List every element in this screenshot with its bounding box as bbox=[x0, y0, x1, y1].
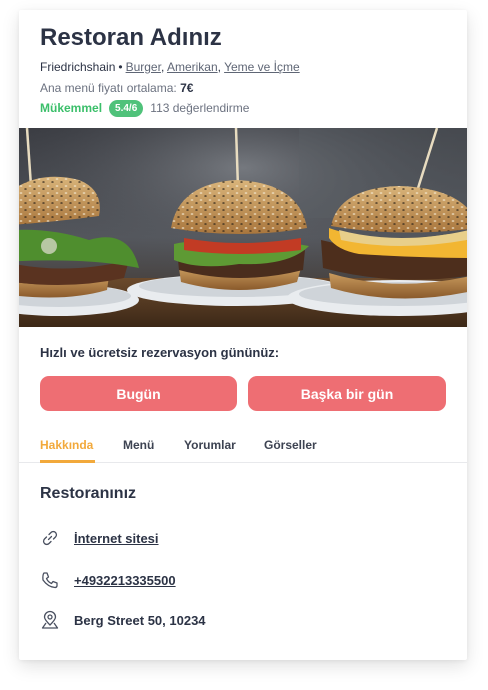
active-tab-indicator bbox=[40, 460, 95, 463]
category-link-yeme-icme[interactable]: Yeme ve İçme bbox=[224, 60, 300, 74]
phone-icon bbox=[42, 572, 58, 589]
about-section-title: Restoranınız bbox=[40, 485, 137, 502]
average-price: Ana menü fiyatı ortalama: 7€ bbox=[40, 81, 193, 95]
category-link-burger[interactable]: Burger bbox=[126, 60, 161, 74]
link-icon bbox=[42, 530, 58, 546]
tab-reviews[interactable]: Yorumlar bbox=[184, 438, 236, 452]
meta-separator: • bbox=[118, 60, 123, 74]
restaurant-meta: Friedrichshain • Burger, Amerikan, Yeme ve… bbox=[40, 60, 300, 74]
restaurant-photo bbox=[19, 128, 467, 327]
review-count: 113 değerlendirme bbox=[150, 101, 250, 115]
phone-row[interactable]: +4932213335500 bbox=[40, 569, 176, 591]
phone-number-link[interactable]: +4932213335500 bbox=[74, 573, 176, 588]
reserve-other-day-button[interactable]: Başka bir gün bbox=[248, 376, 446, 411]
website-link[interactable]: İnternet sitesi bbox=[74, 531, 159, 546]
average-price-label: Ana menü fiyatı ortalama: bbox=[40, 81, 177, 95]
burger-photo-illustration bbox=[19, 128, 467, 327]
rating-badge: 5.4/6 bbox=[109, 99, 144, 117]
average-price-value: 7€ bbox=[180, 81, 194, 95]
reserve-today-button[interactable]: Bugün bbox=[40, 376, 237, 411]
restaurant-card: Restoran Adınız Friedrichshain • Burger, A… bbox=[19, 10, 467, 660]
restaurant-name: Restoran Adınız bbox=[40, 24, 222, 51]
rating-row: Mükemmel 5.4/6 113 değerlendirme bbox=[40, 98, 249, 118]
tab-menu[interactable]: Menü bbox=[123, 438, 154, 452]
address-text: Berg Street 50, 10234 bbox=[74, 612, 206, 628]
location-pin-icon bbox=[41, 610, 59, 629]
address-row: Berg Street 50, 10234 bbox=[40, 609, 206, 631]
tab-bar: Hakkında Menü Yorumlar Görseller bbox=[19, 434, 467, 463]
category-link-amerikan[interactable]: Amerikan bbox=[167, 60, 218, 74]
reservation-prompt: Hızlı ve ücretsiz rezervasyon gününüz: bbox=[40, 345, 280, 360]
tab-images[interactable]: Görseller bbox=[264, 438, 317, 452]
tab-about[interactable]: Hakkında bbox=[40, 438, 93, 452]
district-label: Friedrichshain bbox=[40, 60, 116, 74]
website-row[interactable]: İnternet sitesi bbox=[40, 527, 159, 549]
rating-label: Mükemmel bbox=[40, 101, 103, 115]
